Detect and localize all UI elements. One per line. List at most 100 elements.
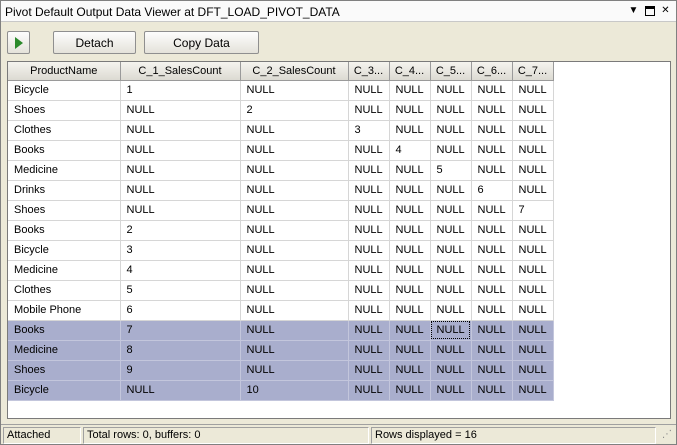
table-cell[interactable]: NULL [389,220,431,241]
column-header[interactable]: C_3... [348,62,390,81]
table-cell[interactable]: NULL [389,360,431,381]
table-row[interactable]: Bicycle NULL 10 NULL NULL NULL NULL NULL [8,380,554,401]
table-cell[interactable]: Bicycle [8,380,121,401]
table-cell[interactable]: NULL [512,140,554,161]
table-cell[interactable]: 2 [240,100,349,121]
table-cell[interactable]: NULL [512,380,554,401]
table-cell[interactable]: NULL [471,380,513,401]
table-cell[interactable]: NULL [348,160,390,181]
table-row[interactable]: Books NULL NULL NULL 4 NULL NULL NULL [8,140,554,161]
resize-grip-icon[interactable]: ⋰ [662,429,674,441]
table-cell[interactable]: Shoes [8,100,121,121]
table-cell[interactable]: NULL [348,80,390,101]
table-cell[interactable]: NULL [389,80,431,101]
table-cell[interactable]: NULL [471,340,513,361]
table-cell[interactable]: NULL [240,320,349,341]
table-cell[interactable]: Drinks [8,180,121,201]
table-cell[interactable]: NULL [240,240,349,261]
table-cell[interactable]: NULL [430,220,472,241]
table-cell[interactable]: NULL [240,300,349,321]
table-cell[interactable]: NULL [240,180,349,201]
table-cell[interactable]: NULL [348,260,390,281]
table-cell[interactable]: NULL [471,220,513,241]
table-cell[interactable]: NULL [389,120,431,141]
table-cell[interactable]: Shoes [8,360,121,381]
table-cell[interactable]: NULL [512,180,554,201]
table-row[interactable]: Medicine 8 NULL NULL NULL NULL NULL NULL [8,340,554,361]
table-cell[interactable]: NULL [471,80,513,101]
table-cell[interactable]: NULL [389,380,431,401]
table-cell[interactable]: 5 [430,160,472,181]
table-cell[interactable]: NULL [430,240,472,261]
column-header[interactable]: C_4... [389,62,431,81]
table-cell[interactable]: NULL [430,340,472,361]
table-cell[interactable]: NULL [120,200,241,221]
table-cell[interactable]: 2 [120,220,241,241]
table-cell[interactable]: NULL [430,300,472,321]
table-cell[interactable]: 3 [120,240,241,261]
table-cell[interactable]: NULL [348,200,390,221]
table-cell[interactable]: 7 [512,200,554,221]
table-row[interactable]: Clothes 5 NULL NULL NULL NULL NULL NULL [8,280,554,301]
dropdown-arrow-icon[interactable]: ▼ [627,4,640,17]
play-button[interactable] [7,31,30,54]
table-cell[interactable]: Books [8,320,121,341]
table-row[interactable]: Books 7 NULL NULL NULL NULL NULL NULL [8,320,554,341]
close-icon[interactable]: ✕ [659,4,672,17]
table-cell[interactable]: NULL [389,240,431,261]
table-cell[interactable]: NULL [512,100,554,121]
table-cell[interactable]: 3 [348,120,390,141]
table-cell[interactable]: NULL [348,300,390,321]
table-cell[interactable]: NULL [471,120,513,141]
table-cell[interactable]: NULL [512,280,554,301]
table-cell[interactable]: NULL [120,100,241,121]
table-cell[interactable]: NULL [389,100,431,121]
table-cell[interactable]: NULL [512,220,554,241]
table-cell[interactable]: NULL [471,100,513,121]
table-cell[interactable]: Medicine [8,160,121,181]
table-cell[interactable]: NULL [471,320,513,341]
table-cell[interactable]: NULL [430,100,472,121]
table-cell[interactable]: NULL [240,280,349,301]
table-cell[interactable]: NULL [512,120,554,141]
table-cell[interactable]: NULL [430,320,472,341]
data-grid[interactable]: ProductName C_1_SalesCount C_2_SalesCount C… [7,61,671,419]
table-cell[interactable]: NULL [240,140,349,161]
column-header[interactable]: C_2_SalesCount [240,62,349,81]
table-cell[interactable]: NULL [512,340,554,361]
table-row[interactable]: Shoes 9 NULL NULL NULL NULL NULL NULL [8,360,554,381]
table-cell[interactable]: NULL [430,140,472,161]
maximize-icon[interactable] [643,4,656,17]
table-cell[interactable]: Mobile Phone [8,300,121,321]
table-cell[interactable]: Bicycle [8,240,121,261]
table-cell[interactable]: NULL [120,180,241,201]
table-cell[interactable]: NULL [120,120,241,141]
table-row[interactable]: Books 2 NULL NULL NULL NULL NULL NULL [8,220,554,241]
table-cell[interactable]: NULL [512,300,554,321]
table-cell[interactable]: NULL [348,100,390,121]
table-row[interactable]: Shoes NULL 2 NULL NULL NULL NULL NULL [8,100,554,121]
table-cell[interactable]: Books [8,220,121,241]
table-cell[interactable]: 6 [120,300,241,321]
table-cell[interactable]: NULL [430,200,472,221]
table-cell[interactable]: NULL [471,200,513,221]
column-header[interactable]: C_7... [512,62,554,81]
table-cell[interactable]: Bicycle [8,80,121,101]
table-cell[interactable]: NULL [120,160,241,181]
table-cell[interactable]: NULL [471,360,513,381]
table-cell[interactable]: Books [8,140,121,161]
table-cell[interactable]: NULL [240,160,349,181]
table-row[interactable]: Bicycle 3 NULL NULL NULL NULL NULL NULL [8,240,554,261]
table-cell[interactable]: NULL [430,380,472,401]
table-row[interactable]: Shoes NULL NULL NULL NULL NULL NULL 7 [8,200,554,221]
table-cell[interactable]: Medicine [8,260,121,281]
table-cell[interactable]: NULL [348,360,390,381]
table-cell[interactable]: NULL [348,280,390,301]
table-cell[interactable]: NULL [430,280,472,301]
column-header[interactable]: ProductName [8,62,121,81]
table-row[interactable]: Medicine 4 NULL NULL NULL NULL NULL NULL [8,260,554,281]
table-cell[interactable]: 4 [389,140,431,161]
table-cell[interactable]: NULL [471,280,513,301]
table-cell[interactable]: NULL [348,220,390,241]
table-cell[interactable]: NULL [471,260,513,281]
